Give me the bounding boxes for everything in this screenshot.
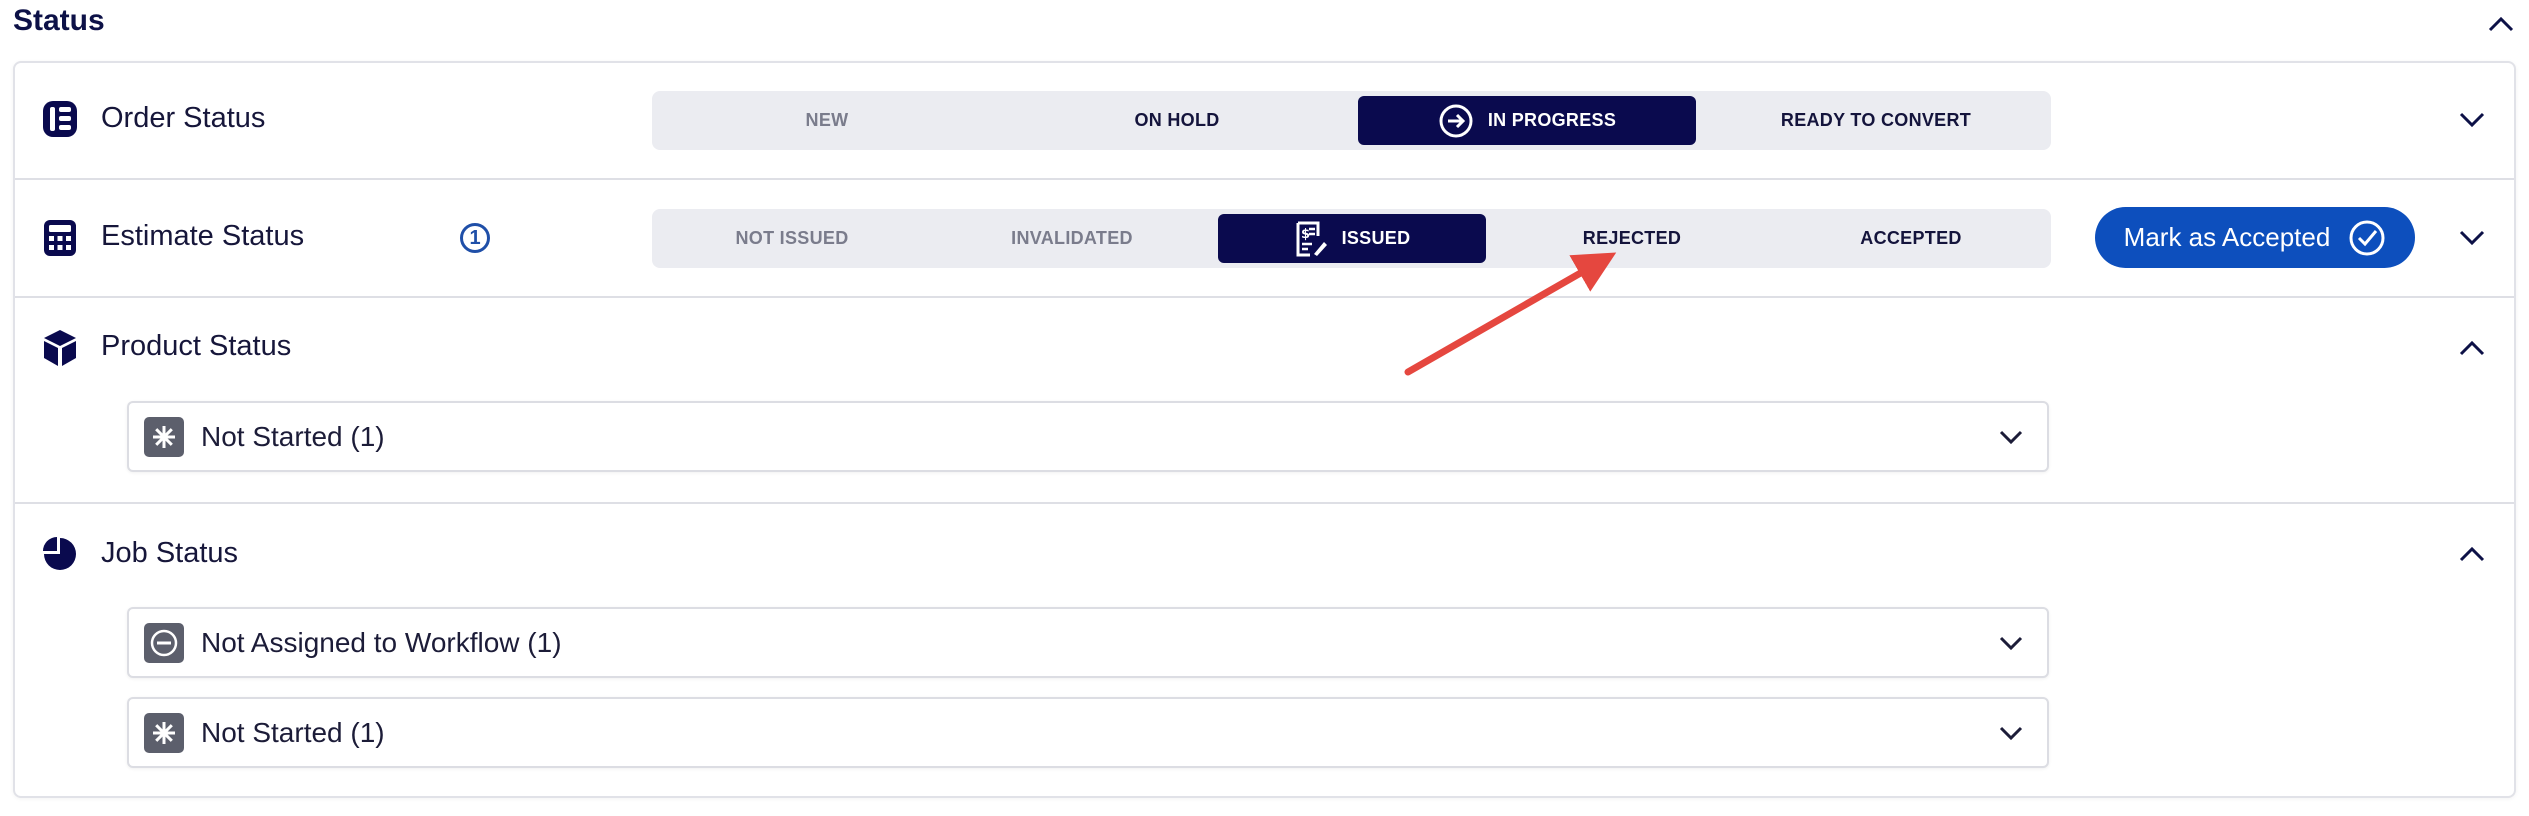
job-status-title: Job Status (101, 537, 239, 569)
asterisk-icon (144, 416, 184, 457)
job-status-collapse-button[interactable] (2452, 534, 2492, 574)
mark-as-accepted-button[interactable]: Mark as Accepted (2095, 207, 2415, 268)
minus-circle-icon (144, 622, 184, 663)
page-title: Status (13, 4, 105, 37)
chevron-up-icon (2459, 340, 2485, 356)
divider (15, 296, 2514, 298)
box-icon (40, 328, 80, 368)
product-not-started-dropdown[interactable]: Not Started (1) (127, 401, 2049, 472)
estimate-step-invalidated[interactable]: INVALIDATED (932, 209, 1212, 268)
mark-as-accepted-label: Mark as Accepted (2123, 222, 2331, 252)
order-step-in-progress-label: IN PROGRESS (1487, 110, 1617, 130)
chevron-down-icon (1991, 417, 2031, 457)
job-not-assigned-label: Not Assigned to Workflow (1) (201, 626, 562, 658)
chevron-up-icon (2488, 16, 2514, 32)
job-not-assigned-dropdown[interactable]: Not Assigned to Workflow (1) (127, 607, 2049, 678)
estimate-status-expand-button[interactable] (2452, 218, 2492, 258)
order-list-icon (40, 99, 80, 139)
chevron-down-icon (1991, 623, 2031, 663)
product-not-started-label: Not Started (1) (201, 420, 385, 452)
product-status-title: Product Status (101, 330, 292, 362)
job-not-started-label: Not Started (1) (201, 716, 385, 748)
asterisk-icon (144, 712, 184, 753)
product-status-collapse-button[interactable] (2452, 328, 2492, 368)
order-step-new[interactable]: NEW (652, 91, 1002, 150)
order-status-stepper: NEW ON HOLD IN PROGRESS READY TO CONVERT (652, 91, 2051, 150)
calculator-icon (40, 218, 80, 258)
estimate-step-accepted[interactable]: ACCEPTED (1771, 209, 2051, 268)
chevron-down-icon (1991, 713, 2031, 753)
order-step-ready-to-convert[interactable]: READY TO CONVERT (1701, 91, 2051, 150)
arrow-circle-right-icon (1438, 103, 1474, 139)
collapse-status-button[interactable] (2481, 4, 2521, 44)
annotation-arrow (1404, 252, 1617, 376)
estimate-count-badge: 1 (460, 223, 490, 253)
check-circle-icon (2348, 219, 2386, 257)
chevron-up-icon (2459, 546, 2485, 562)
estimate-status-title: Estimate Status (101, 220, 305, 252)
job-not-started-dropdown[interactable]: Not Started (1) (127, 697, 2049, 768)
order-status-title: Order Status (101, 102, 266, 134)
order-status-expand-button[interactable] (2452, 100, 2492, 140)
pie-chart-icon (40, 534, 80, 574)
divider (15, 178, 2514, 180)
estimate-step-not-issued[interactable]: NOT ISSUED (652, 209, 932, 268)
invoice-icon: $ (1294, 220, 1328, 258)
divider (15, 502, 2514, 504)
order-step-in-progress[interactable]: IN PROGRESS (1358, 96, 1696, 145)
svg-text:$: $ (1301, 227, 1310, 242)
chevron-down-icon (2459, 230, 2485, 246)
estimate-status-stepper: NOT ISSUED INVALIDATED $ ISSUED REJECTED… (652, 209, 2051, 268)
order-step-on-hold[interactable]: ON HOLD (1002, 91, 1352, 150)
chevron-down-icon (2459, 112, 2485, 128)
